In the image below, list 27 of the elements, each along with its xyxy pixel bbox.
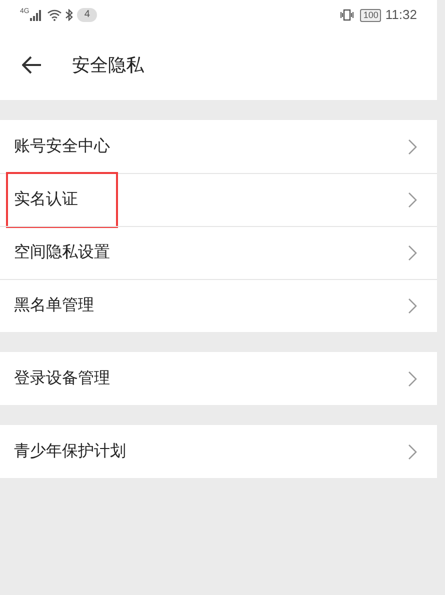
clock-time: 11:32 <box>385 6 417 24</box>
settings-row[interactable]: 空间隐私设置 <box>0 226 437 279</box>
wifi-icon <box>47 9 62 21</box>
chevron-right-icon <box>408 138 417 154</box>
row-label: 空间隐私设置 <box>14 242 110 263</box>
row-label: 黑名单管理 <box>14 296 94 316</box>
chevron-right-icon <box>408 444 417 460</box>
row-label: 实名认证 <box>8 174 116 226</box>
chevron-right-icon <box>408 298 417 314</box>
row-label: 账号安全中心 <box>14 136 110 156</box>
row-label: 青少年保护计划 <box>14 442 126 462</box>
battery-indicator: 100 <box>360 8 382 22</box>
page-title: 安全隐私 <box>72 54 144 76</box>
settings-row[interactable]: 登录设备管理 <box>0 352 437 405</box>
vibrate-icon <box>340 9 354 21</box>
chevron-right-icon <box>408 245 417 261</box>
chevron-right-icon <box>408 370 417 386</box>
signal-icon <box>30 10 44 20</box>
row-label: 登录设备管理 <box>14 368 110 388</box>
notification-badge: 4 <box>77 8 97 22</box>
settings-row[interactable]: 实名认证 <box>0 173 437 226</box>
back-arrow-icon[interactable] <box>22 56 42 74</box>
settings-row[interactable]: 黑名单管理 <box>0 279 437 332</box>
bluetooth-icon <box>65 9 74 21</box>
chevron-right-icon <box>408 192 417 208</box>
settings-row[interactable]: 青少年保护计划 <box>0 425 437 478</box>
settings-row[interactable]: 账号安全中心 <box>0 120 437 173</box>
